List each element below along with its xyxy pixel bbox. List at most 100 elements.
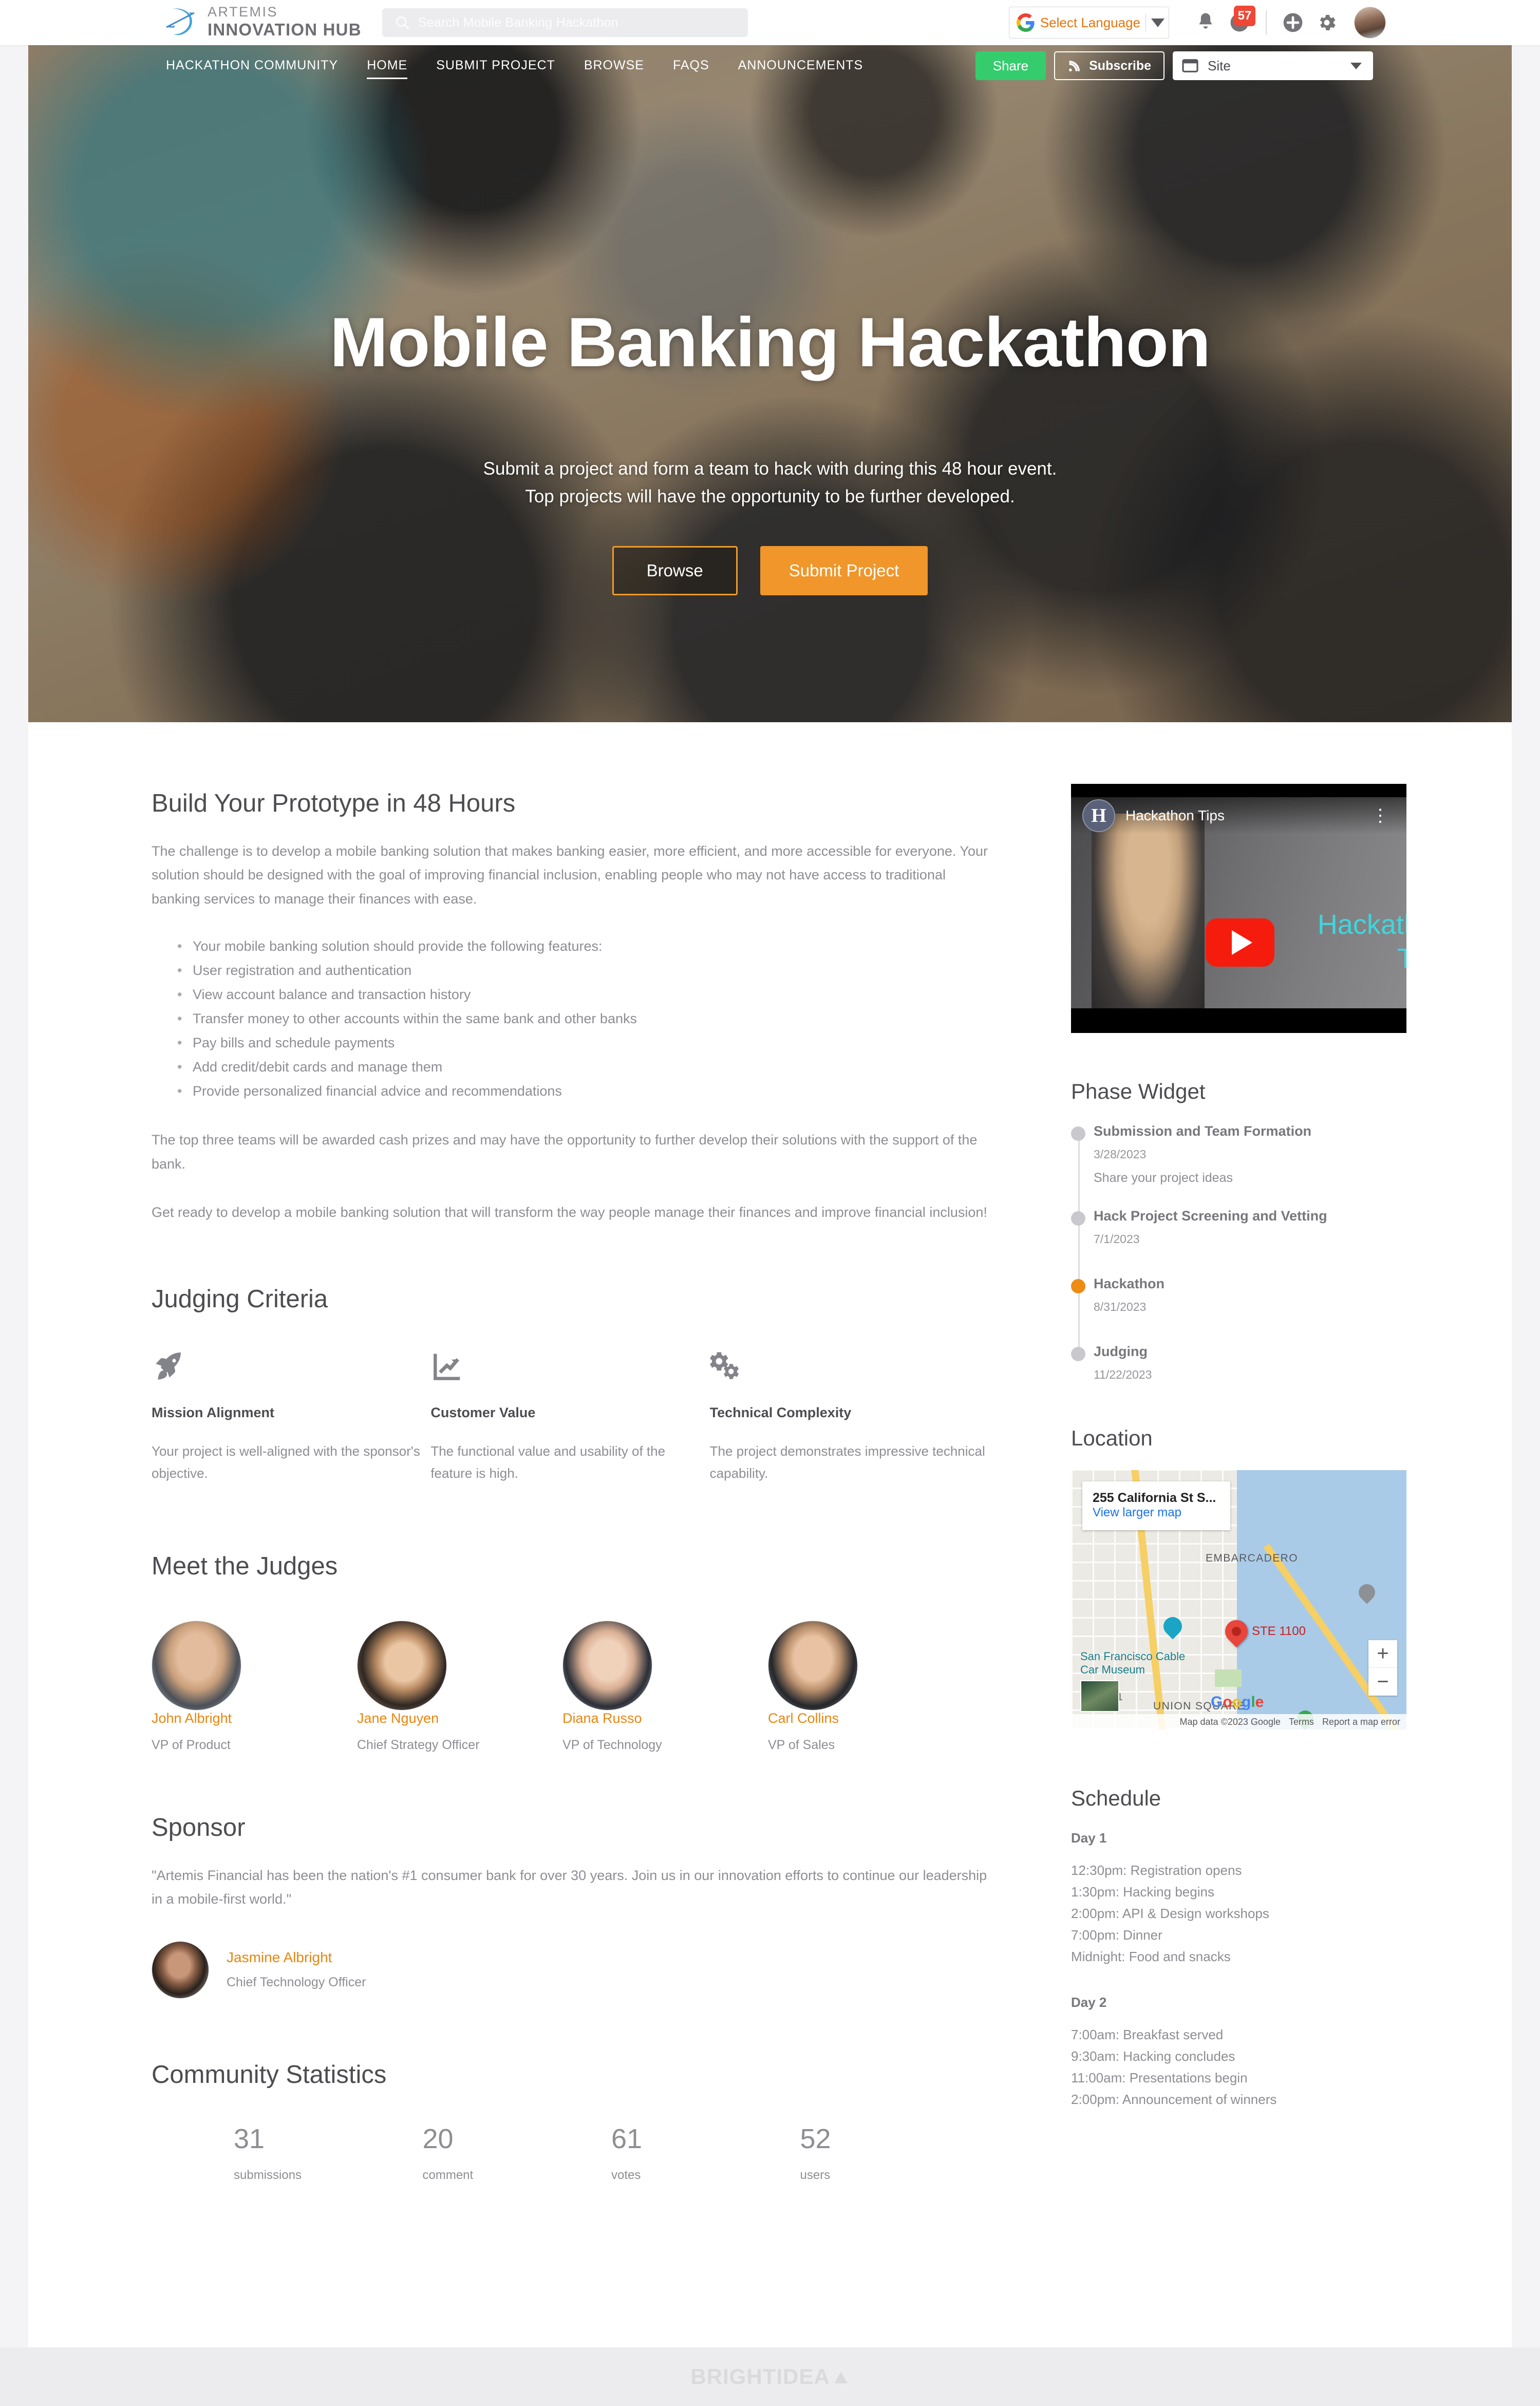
avatar[interactable] <box>768 1620 858 1710</box>
hero-subtitle: Submit a project and form a team to hack… <box>483 455 1057 511</box>
criterion-description: The functional value and usability of th… <box>430 1443 666 1481</box>
criterion-title: Technical Complexity <box>709 1405 852 1421</box>
phase-dot-icon <box>1071 1347 1085 1361</box>
judge-name-link[interactable]: Diana Russo <box>562 1710 642 1726</box>
judge-card: John Albright VP of Product <box>152 1620 357 1753</box>
nav-item-browse[interactable]: BROWSE <box>570 58 659 73</box>
list-item: Add credit/debit cards and manage them <box>177 1055 989 1079</box>
more-vertical-icon[interactable]: ⋮ <box>1372 807 1389 824</box>
page-footer: BRIGHTIDEA <box>0 2347 1540 2406</box>
share-button[interactable]: Share <box>975 51 1046 80</box>
page-shell: HACKATHON COMMUNITY HOME SUBMIT PROJECT … <box>28 45 1512 2349</box>
activity-button[interactable]: 57 <box>1223 6 1256 40</box>
nav-item-home[interactable]: HOME <box>352 58 422 79</box>
schedule-day-label: Day 1 <box>1071 1830 1107 1846</box>
avatar[interactable] <box>357 1620 447 1710</box>
youtube-play-icon[interactable] <box>1206 918 1274 967</box>
bell-icon <box>1199 13 1212 29</box>
map-satellite-toggle[interactable] <box>1080 1680 1119 1712</box>
view-larger-map-link[interactable]: View larger map <box>1093 1506 1181 1519</box>
video-widget[interactable]: H Hackathon Tips ⋮ Hackath Ti <box>1071 784 1406 1033</box>
avatar[interactable] <box>152 1620 241 1710</box>
list-item: Transfer money to other accounts within … <box>177 1007 989 1031</box>
list-item: View account balance and transaction his… <box>177 983 989 1007</box>
stat-label: comment <box>422 2168 474 2182</box>
phase-timeline: Submission and Team Formation 3/28/2023 … <box>1071 1123 1410 1382</box>
video-overlay-text: Hackath Ti <box>1317 909 1406 974</box>
channel-avatar-icon[interactable]: H <box>1082 799 1115 832</box>
video-title[interactable]: Hackathon Tips <box>1125 807 1225 824</box>
stat-users: 52 users <box>800 2123 989 2183</box>
features-list: Your mobile banking solution should prov… <box>177 934 989 1103</box>
settings-button[interactable] <box>1310 6 1344 40</box>
browse-button[interactable]: Browse <box>612 546 738 595</box>
notification-badge: 57 <box>1234 6 1255 26</box>
judge-name-link[interactable]: Jane Nguyen <box>357 1710 439 1726</box>
sponsor-quote: "Artemis Financial has been the nation's… <box>152 1867 987 1907</box>
site-logo[interactable]: ARTEMIS INNOVATION HUB <box>164 5 362 38</box>
avatar[interactable] <box>152 1941 209 1999</box>
hero-buttons: Browse Submit Project <box>612 546 928 595</box>
sponsor-heading: Sponsor <box>152 1813 246 1841</box>
phase-date: 11/22/2023 <box>1094 1368 1152 1381</box>
stat-label: users <box>800 2168 831 2182</box>
subscribe-button[interactable]: Subscribe <box>1054 51 1165 80</box>
judge-card: Jane Nguyen Chief Strategy Officer <box>357 1620 562 1753</box>
criterion-description: Your project is well-aligned with the sp… <box>152 1443 420 1481</box>
map-report-error-link[interactable]: Report a map error <box>1322 1717 1400 1727</box>
map-zoom-controls: + − <box>1368 1640 1397 1696</box>
judging-criteria-heading: Judging Criteria <box>152 1285 328 1313</box>
chevron-down-icon <box>1350 62 1362 69</box>
judge-name-link[interactable]: John Albright <box>152 1710 232 1726</box>
phase-item[interactable]: Hack Project Screening and Vetting 7/1/2… <box>1071 1208 1410 1246</box>
zoom-out-button[interactable]: − <box>1368 1668 1397 1696</box>
nav-item-submit-project[interactable]: SUBMIT PROJECT <box>422 58 570 73</box>
sponsor-name-link[interactable]: Jasmine Albright <box>227 1949 332 1965</box>
window-icon <box>1182 59 1198 72</box>
phase-item-current[interactable]: Hackathon 8/31/2023 <box>1071 1276 1410 1314</box>
submit-project-button[interactable]: Submit Project <box>760 546 928 595</box>
gear-icon <box>1320 14 1336 31</box>
chart-line-icon <box>430 1345 709 1383</box>
add-button[interactable] <box>1276 6 1310 40</box>
zoom-in-button[interactable]: + <box>1368 1640 1397 1668</box>
stat-value: 20 <box>422 2123 454 2154</box>
nav-item-hackathon-community[interactable]: HACKATHON COMMUNITY <box>152 58 352 73</box>
language-selector[interactable]: Select Language <box>1008 7 1169 39</box>
map-terms-link[interactable]: Terms <box>1289 1717 1314 1727</box>
location-map[interactable]: EMBARCADERO UNION SQUARE San Francisco C… <box>1071 1470 1406 1730</box>
logo-line-2: INNOVATION HUB <box>208 20 362 39</box>
user-avatar[interactable] <box>1354 7 1386 39</box>
judge-name-link[interactable]: Carl Collins <box>768 1710 839 1726</box>
map-label-cable-car-museum: San Francisco Cable Car Museum <box>1080 1650 1186 1677</box>
phase-dot-icon <box>1071 1279 1085 1293</box>
search-input[interactable]: Search Mobile Banking Hackathon <box>382 8 748 37</box>
phase-item[interactable]: Submission and Team Formation 3/28/2023 … <box>1071 1123 1410 1186</box>
search-icon <box>396 16 409 30</box>
nav-actions: Share Subscribe Site <box>975 51 1373 80</box>
judge-card: Diana Russo VP of Technology <box>562 1620 768 1753</box>
judge-role: Chief Strategy Officer <box>357 1737 480 1752</box>
gears-icon <box>709 1345 989 1383</box>
video-letterbox-top <box>1071 784 1406 797</box>
site-dropdown[interactable]: Site <box>1173 51 1373 80</box>
phase-widget-heading: Phase Widget <box>1071 1079 1206 1103</box>
phase-name: Hack Project Screening and Vetting <box>1094 1208 1327 1224</box>
language-label: Select Language <box>1040 14 1140 30</box>
map-label-embarcadero: EMBARCADERO <box>1206 1552 1298 1564</box>
schedule-item: 2:00pm: Announcement of winners <box>1071 2091 1277 2107</box>
schedule-item: 1:30pm: Hacking begins <box>1071 1884 1214 1900</box>
google-g-icon <box>1016 13 1035 32</box>
avatar[interactable] <box>562 1620 652 1710</box>
notifications-bell-button[interactable] <box>1189 6 1223 40</box>
location-heading: Location <box>1071 1426 1153 1450</box>
map-attribution: Map data ©2023 Google <box>1179 1716 1281 1727</box>
nav-item-faqs[interactable]: FAQS <box>659 58 724 73</box>
phase-name: Judging <box>1094 1344 1148 1359</box>
main-navigation: HACKATHON COMMUNITY HOME SUBMIT PROJECT … <box>28 45 1512 85</box>
sidebar-column: H Hackathon Tips ⋮ Hackath Ti Phase Widg… <box>1071 784 1410 2137</box>
map-attribution-bar: Map data ©2023 Google Terms Report a map… <box>1071 1714 1406 1730</box>
phase-note: Share your project ideas <box>1094 1171 1233 1185</box>
nav-item-announcements[interactable]: ANNOUNCEMENTS <box>724 58 878 73</box>
phase-item[interactable]: Judging 11/22/2023 <box>1071 1344 1410 1382</box>
